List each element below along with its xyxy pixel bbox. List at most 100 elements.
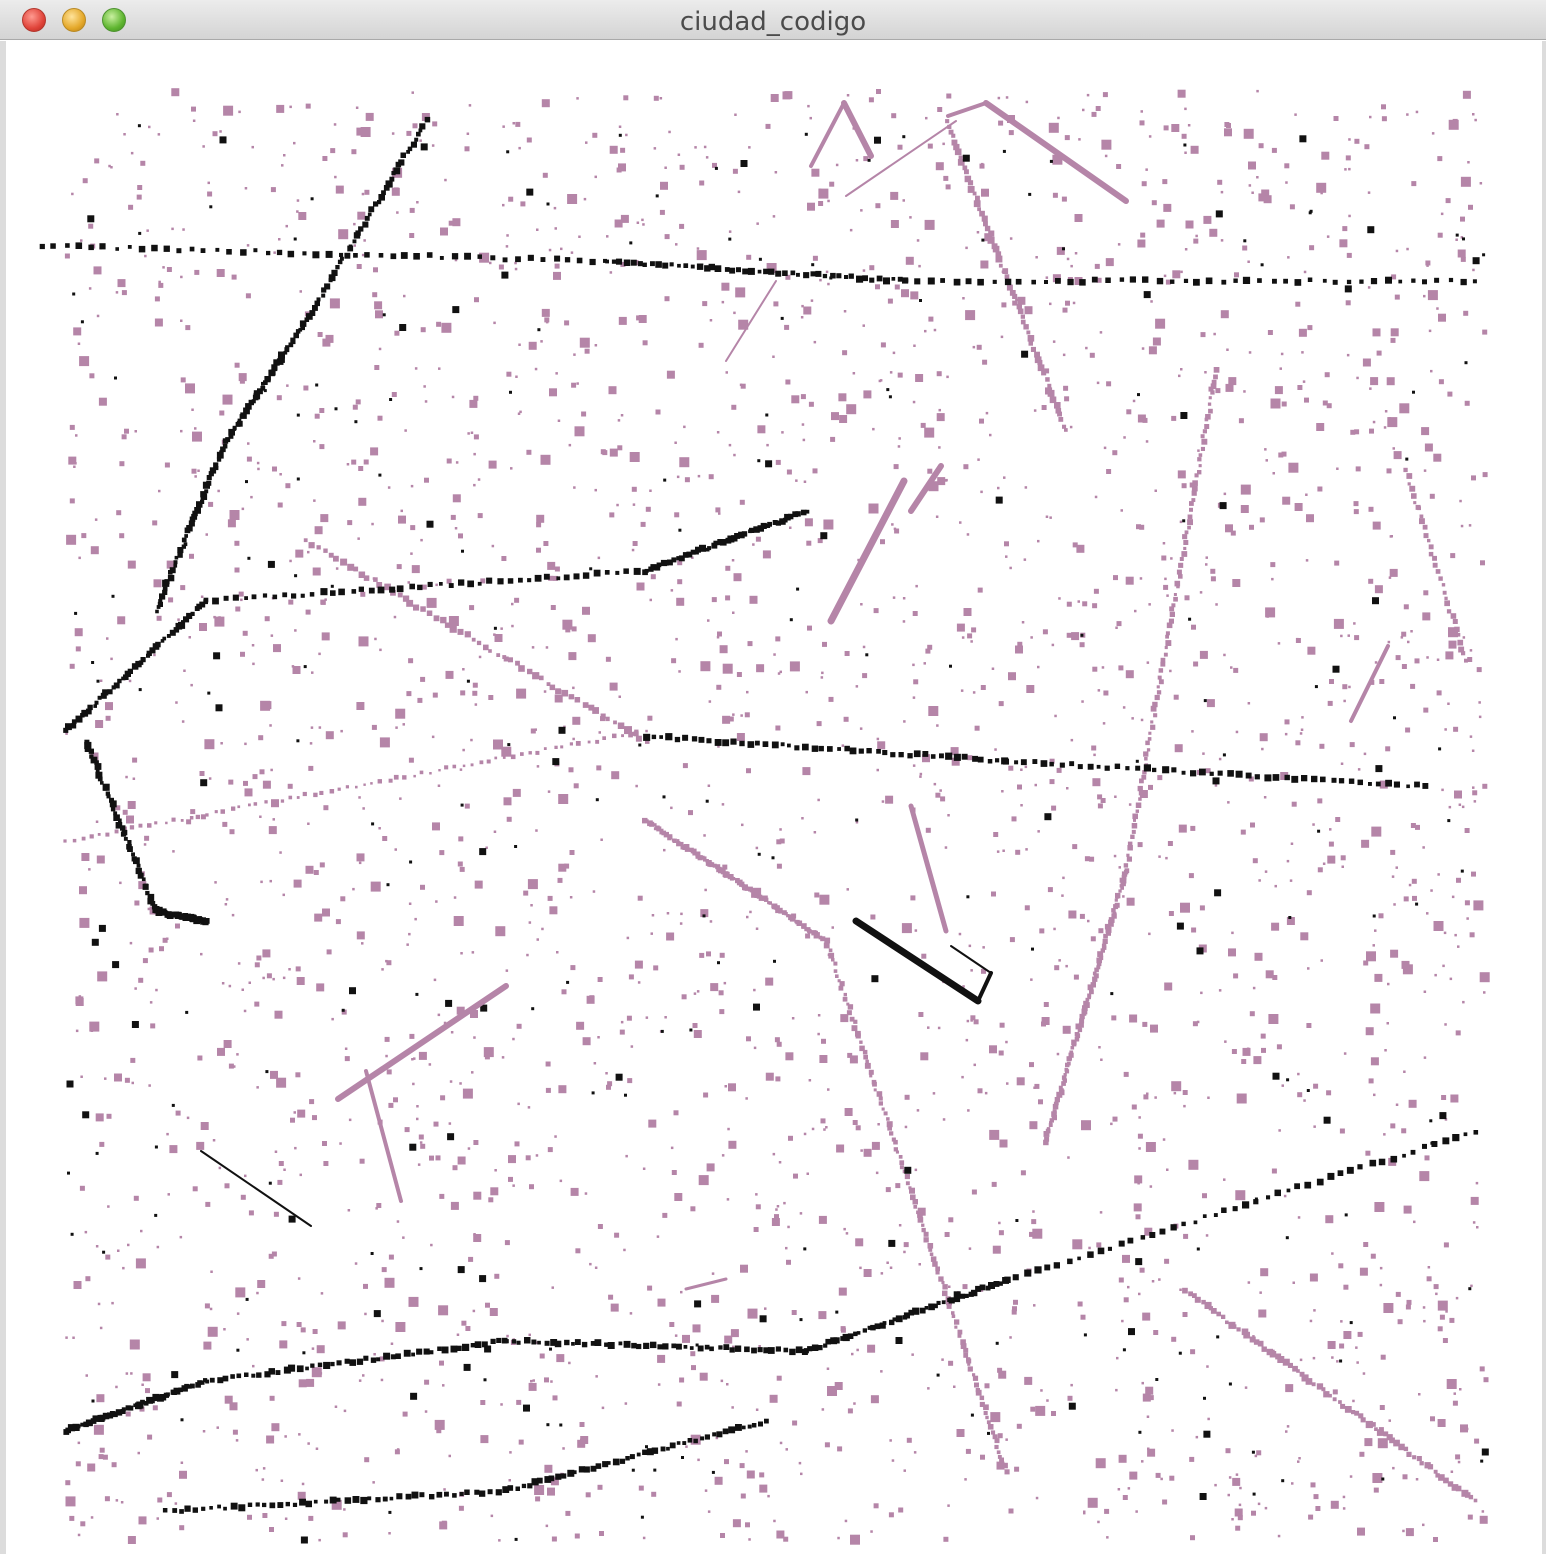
black-trail-dot bbox=[266, 250, 271, 256]
black-trail-dot bbox=[239, 414, 245, 419]
black-trail-dot bbox=[729, 1347, 735, 1353]
pink-dot bbox=[817, 1032, 820, 1036]
pink-dot bbox=[386, 960, 392, 966]
pink-dot bbox=[827, 199, 830, 203]
black-trail-dot bbox=[1067, 278, 1074, 286]
black-dot bbox=[171, 1371, 179, 1379]
pink-dot bbox=[543, 541, 549, 546]
pink-dot bbox=[192, 119, 196, 122]
pink-dot bbox=[1209, 228, 1218, 237]
black-trail-dot bbox=[1055, 278, 1061, 284]
pink-dot bbox=[970, 640, 973, 643]
pink-dot bbox=[424, 400, 428, 403]
pink-dot bbox=[680, 1290, 683, 1294]
pink-trail-dot bbox=[1179, 557, 1184, 561]
pink-dot bbox=[512, 788, 521, 797]
pink-dot bbox=[746, 690, 749, 694]
pink-dot bbox=[272, 977, 275, 981]
black-trail-dot bbox=[155, 609, 159, 614]
pink-dot bbox=[363, 1283, 368, 1289]
pink-dot bbox=[1020, 1170, 1026, 1176]
stroke-segment bbox=[335, 983, 509, 1102]
pink-trail-dot bbox=[917, 1212, 923, 1218]
black-trail-dot bbox=[1044, 1264, 1051, 1271]
pink-trail-dot bbox=[921, 1223, 925, 1227]
pink-trail-dot bbox=[1182, 534, 1188, 540]
title-bar[interactable]: ciudad_codigo bbox=[0, 0, 1546, 40]
pink-dot bbox=[1227, 1493, 1230, 1497]
black-trail-dot bbox=[582, 572, 590, 579]
pink-dot bbox=[1430, 1416, 1435, 1422]
pink-dot bbox=[1295, 638, 1301, 643]
pink-dot bbox=[1393, 903, 1396, 906]
pink-trail-dot bbox=[753, 892, 757, 896]
pink-trail-dot bbox=[996, 1450, 1001, 1455]
pink-dot bbox=[1370, 377, 1379, 386]
pink-dot bbox=[416, 1117, 419, 1121]
black-trail-dot bbox=[856, 275, 864, 283]
pink-dot bbox=[1408, 883, 1412, 887]
pink-trail-dot bbox=[999, 1457, 1004, 1463]
black-trail-dot bbox=[390, 253, 397, 260]
black-dot bbox=[91, 938, 99, 946]
pink-dot bbox=[1233, 667, 1239, 673]
pink-dot bbox=[297, 1491, 306, 1500]
black-trail-dot bbox=[181, 537, 187, 543]
pink-dot bbox=[830, 436, 836, 442]
pink-dot bbox=[786, 469, 792, 475]
pink-dot bbox=[914, 1168, 918, 1172]
pink-dot bbox=[297, 1109, 306, 1118]
pink-dot bbox=[568, 1361, 571, 1365]
pink-dot bbox=[514, 1141, 520, 1147]
pink-trail-dot bbox=[975, 195, 980, 201]
pink-dot bbox=[373, 267, 378, 273]
black-trail-dot bbox=[747, 741, 755, 748]
pink-trail-dot bbox=[296, 796, 300, 799]
pink-dot bbox=[1376, 350, 1382, 356]
pink-trail-dot bbox=[502, 756, 506, 759]
pink-dot bbox=[1306, 514, 1314, 523]
pink-dot bbox=[75, 1461, 81, 1467]
pink-dot bbox=[1106, 469, 1112, 474]
black-dot bbox=[213, 652, 221, 660]
pink-dot bbox=[718, 990, 724, 996]
pink-dot bbox=[970, 969, 973, 972]
pink-trail-dot bbox=[1120, 886, 1124, 890]
pink-dot bbox=[274, 1010, 283, 1019]
black-trail-dot bbox=[396, 585, 404, 593]
black-dot bbox=[370, 1252, 374, 1255]
pink-dot bbox=[656, 1235, 660, 1238]
pink-dot bbox=[936, 371, 942, 377]
pink-dot bbox=[1117, 243, 1121, 246]
pink-dot bbox=[1379, 1283, 1383, 1287]
pink-dot bbox=[409, 1033, 415, 1039]
pink-dot bbox=[77, 1533, 81, 1537]
pink-dot bbox=[208, 501, 214, 507]
pink-dot bbox=[568, 443, 572, 447]
pink-dot bbox=[570, 1187, 579, 1196]
pink-dot bbox=[863, 1148, 872, 1157]
black-trail-dot bbox=[127, 840, 132, 845]
pink-dot bbox=[1334, 560, 1340, 566]
pink-trail-dot bbox=[972, 1375, 979, 1381]
pink-trail-dot bbox=[828, 952, 835, 959]
black-dot bbox=[445, 999, 453, 1007]
pink-trail-dot bbox=[930, 1256, 937, 1262]
pink-dot bbox=[1037, 539, 1040, 543]
pink-dot bbox=[1469, 932, 1475, 938]
pink-dot bbox=[545, 1061, 551, 1067]
pink-dot bbox=[903, 1250, 906, 1254]
pink-dot bbox=[1305, 559, 1309, 562]
pink-dot bbox=[1067, 1156, 1070, 1159]
black-trail-dot bbox=[1378, 1158, 1386, 1166]
pink-dot bbox=[890, 191, 899, 200]
pink-dot bbox=[568, 652, 577, 661]
pink-dot bbox=[868, 503, 879, 514]
pink-dot bbox=[863, 1269, 872, 1277]
black-trail-dot bbox=[496, 1337, 502, 1343]
pink-trail-dot bbox=[63, 839, 67, 843]
pink-dot bbox=[719, 645, 728, 654]
pink-dot bbox=[1284, 719, 1290, 725]
pink-dot bbox=[279, 1340, 288, 1349]
sketch-canvas[interactable] bbox=[6, 41, 1542, 1554]
